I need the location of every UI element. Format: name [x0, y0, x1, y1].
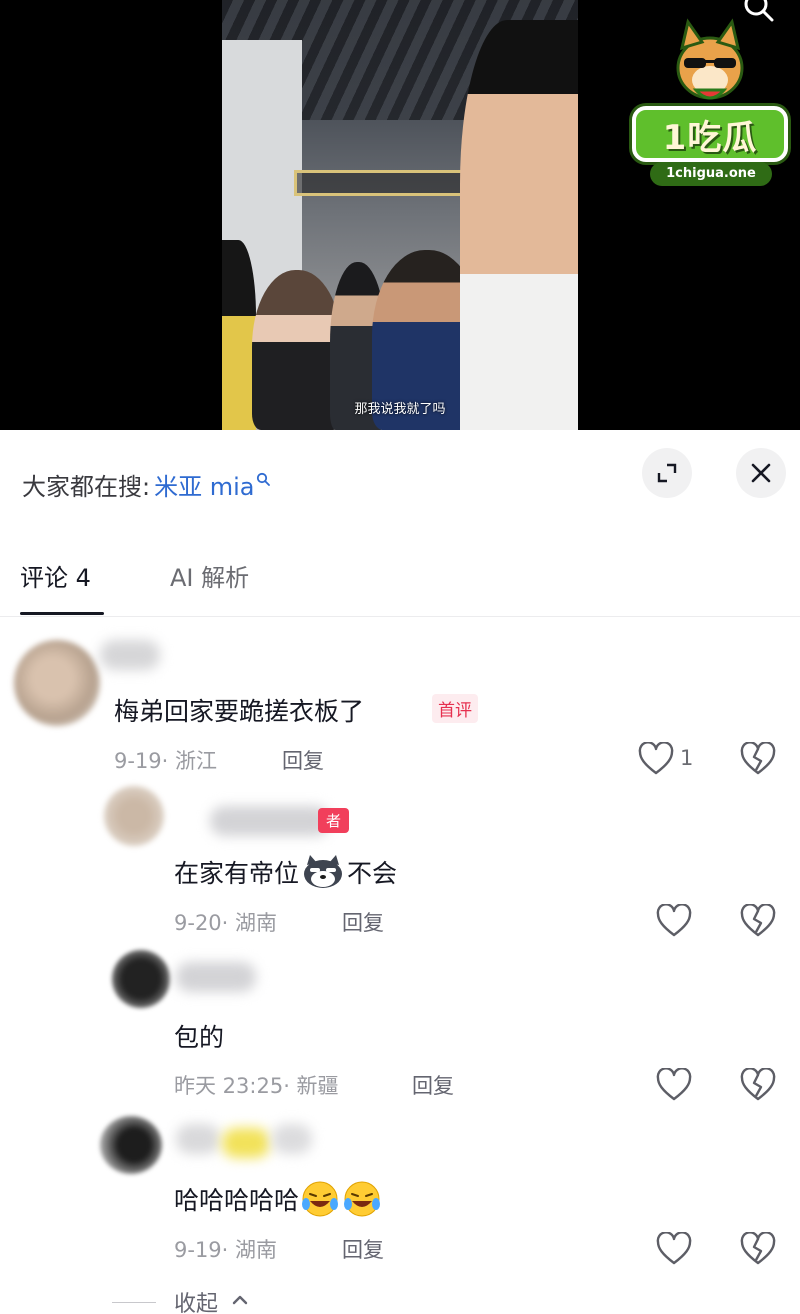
panel-tabs: 评论 4 AI 解析: [0, 552, 800, 616]
avatar[interactable]: [14, 640, 100, 726]
heart-icon[interactable]: [656, 904, 692, 938]
reply-button[interactable]: 回复: [412, 1070, 454, 1100]
comment-username[interactable]: [176, 962, 256, 992]
heart-icon[interactable]: [656, 1232, 692, 1266]
comment-meta: 9-19· 浙江: [114, 749, 218, 773]
chevron-up-icon[interactable]: [232, 1294, 248, 1306]
tab-comments[interactable]: 评论 4: [20, 558, 91, 593]
search-icon: [257, 472, 271, 486]
like-count: 1: [680, 746, 694, 770]
comment-text-part: 不会: [347, 859, 398, 888]
comment-text-part: 哈哈哈哈哈: [174, 1186, 300, 1215]
comment-text: 包的: [174, 1023, 225, 1052]
laughing-crying-emoji: [302, 1181, 381, 1217]
comment-meta: 昨天 23:25· 新疆: [174, 1074, 339, 1098]
close-icon: [751, 463, 771, 483]
watermark-logo: 1吃瓜 1chigua.one: [632, 10, 788, 190]
tab-ai-analysis[interactable]: AI 解析: [170, 558, 249, 593]
heart-icon[interactable]: [638, 742, 674, 776]
author-badge: 者: [318, 808, 350, 833]
expand-button[interactable]: [642, 448, 692, 498]
broken-heart-icon[interactable]: [740, 1232, 776, 1266]
husky-emoji: [304, 855, 343, 888]
shiba-mascot-icon: [676, 18, 744, 100]
comment-text: 哈哈哈哈哈: [174, 1180, 383, 1218]
comment-username[interactable]: [272, 1124, 312, 1154]
broken-heart-icon[interactable]: [740, 742, 776, 776]
collapse-replies-button[interactable]: 收起: [174, 1286, 218, 1314]
reply-button[interactable]: 回复: [282, 745, 324, 775]
comment-meta: 9-20· 湖南: [174, 911, 278, 935]
heart-icon[interactable]: [656, 1068, 692, 1102]
video-person: [460, 20, 578, 430]
trending-search-label: 大家都在搜:: [22, 472, 151, 501]
tab-divider: [0, 616, 800, 617]
comment-text-part: 在家有帝位: [174, 859, 300, 888]
trending-search[interactable]: 大家都在搜: 米亚 mia: [22, 466, 271, 502]
comment-username[interactable]: [222, 1128, 270, 1158]
video-subtitle: 那我说我就了吗: [354, 402, 446, 417]
watermark-site: 1chigua.one: [650, 162, 772, 186]
broken-heart-icon[interactable]: [740, 904, 776, 938]
expand-icon: [657, 463, 677, 483]
comment-username[interactable]: [176, 1124, 220, 1154]
close-button[interactable]: [736, 448, 786, 498]
broken-heart-icon[interactable]: [740, 1068, 776, 1102]
avatar[interactable]: [112, 950, 170, 1008]
trending-search-term[interactable]: 米亚 mia: [154, 467, 254, 502]
collapse-divider: [112, 1302, 156, 1303]
avatar[interactable]: [100, 1116, 162, 1174]
first-comment-badge: 首评: [432, 694, 478, 723]
watermark-brand: 1吃瓜: [662, 118, 758, 158]
video-scene-truss: [294, 170, 464, 196]
comment-meta: 9-19· 湖南: [174, 1238, 278, 1262]
search-icon[interactable]: [742, 0, 778, 24]
reply-button[interactable]: 回复: [342, 1234, 384, 1264]
avatar[interactable]: [104, 786, 164, 846]
video-frame: 那我说我就了吗: [222, 0, 578, 430]
comment-username[interactable]: [100, 640, 160, 670]
comment-username[interactable]: [210, 806, 330, 836]
active-tab-indicator: [20, 612, 104, 615]
reply-button[interactable]: 回复: [342, 907, 384, 937]
comment-text: 在家有帝位 不会: [174, 854, 397, 890]
comment-text: 梅弟回家要跪搓衣板了: [114, 697, 365, 726]
